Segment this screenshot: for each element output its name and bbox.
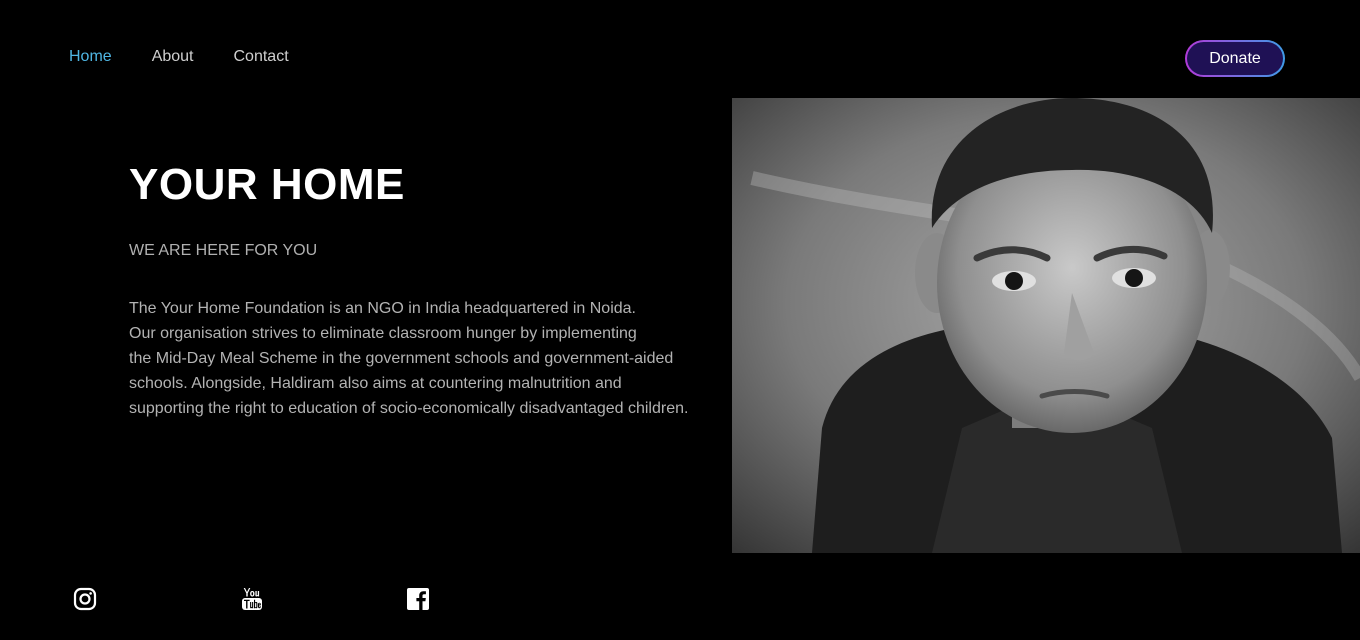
facebook-icon[interactable] — [406, 587, 430, 611]
youtube-icon[interactable] — [240, 587, 264, 611]
hero-description: The Your Home Foundation is an NGO in In… — [129, 296, 729, 421]
nav-home-link[interactable]: Home — [69, 48, 112, 66]
hero-description-line: The Your Home Foundation is an NGO in In… — [129, 300, 636, 317]
hero-title: YOUR HOME — [129, 160, 405, 209]
hero-photo — [732, 98, 1360, 553]
hero-description-line: supporting the right to education of soc… — [129, 400, 689, 417]
main-nav: Home About Contact — [69, 48, 289, 66]
hero-subtitle: WE ARE HERE FOR YOU — [129, 242, 318, 259]
boy-portrait-illustration — [732, 98, 1360, 553]
page: Home About Contact Donate YOUR HOME WE A… — [0, 0, 1360, 640]
hero-description-line: schools. Alongside, Haldiram also aims a… — [129, 375, 622, 392]
nav-about-link[interactable]: About — [152, 48, 194, 66]
nav-contact-link[interactable]: Contact — [234, 48, 289, 66]
hero-description-line: Our organisation strives to eliminate cl… — [129, 325, 637, 342]
hero-description-line: the Mid-Day Meal Scheme in the governmen… — [129, 350, 674, 367]
donate-button[interactable]: Donate — [1185, 40, 1285, 77]
instagram-icon[interactable] — [73, 587, 97, 611]
